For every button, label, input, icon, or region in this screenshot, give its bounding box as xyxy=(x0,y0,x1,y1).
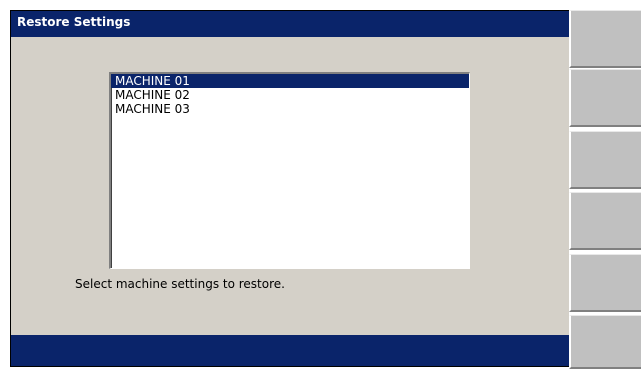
list-item-machine-03[interactable]: MACHINE 03 xyxy=(111,102,469,116)
softkey-2[interactable] xyxy=(569,69,641,127)
dialog-title: Restore Settings xyxy=(17,15,131,29)
dialog-title-bar: Restore Settings xyxy=(11,11,569,37)
list-item-machine-01[interactable]: MACHINE 01 xyxy=(111,74,469,88)
softkey-5[interactable] xyxy=(569,254,641,312)
machine-list[interactable]: MACHINE 01 MACHINE 02 MACHINE 03 xyxy=(109,72,470,269)
softkey-4[interactable] xyxy=(569,192,641,250)
softkey-3[interactable] xyxy=(569,131,641,189)
softkey-6[interactable] xyxy=(569,315,641,369)
softkey-1[interactable] xyxy=(569,10,641,68)
restore-settings-dialog: Restore Settings MACHINE 01 MACHINE 02 M… xyxy=(10,10,569,367)
bottom-status-bar xyxy=(11,335,569,366)
instruction-text: Select machine settings to restore. xyxy=(75,277,285,291)
list-item-machine-02[interactable]: MACHINE 02 xyxy=(111,88,469,102)
softkey-panel xyxy=(569,10,641,369)
screen: Restore Settings MACHINE 01 MACHINE 02 M… xyxy=(0,0,641,369)
